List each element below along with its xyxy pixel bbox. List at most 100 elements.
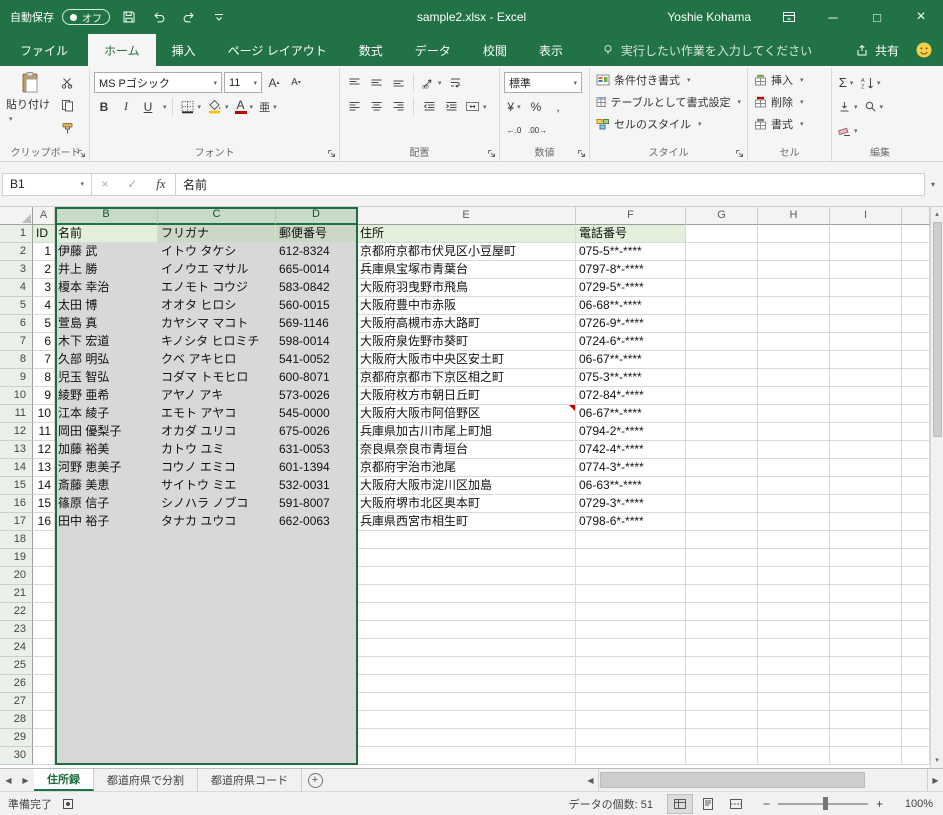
cell-F17[interactable]: 0798-6*-**** — [576, 513, 686, 531]
cell-X1[interactable] — [902, 225, 930, 243]
cell-A15[interactable]: 14 — [33, 477, 55, 495]
cell-F6[interactable]: 0726-9*-**** — [576, 315, 686, 333]
cell-B25[interactable] — [55, 657, 158, 675]
cell-A17[interactable]: 16 — [33, 513, 55, 531]
row-header-17[interactable]: 17 — [0, 513, 33, 531]
cell-A22[interactable] — [33, 603, 55, 621]
cell-I7[interactable] — [830, 333, 902, 351]
cell-D22[interactable] — [276, 603, 357, 621]
scroll-up-icon[interactable]: ▴ — [935, 207, 939, 222]
row-header-16[interactable]: 16 — [0, 495, 33, 513]
cell-A30[interactable] — [33, 747, 55, 765]
cell-G25[interactable] — [686, 657, 758, 675]
cell-I15[interactable] — [830, 477, 902, 495]
cell-I27[interactable] — [830, 693, 902, 711]
cell-G23[interactable] — [686, 621, 758, 639]
row-header-5[interactable]: 5 — [0, 297, 33, 315]
decrease-indent-button[interactable] — [419, 96, 439, 117]
cell-B3[interactable]: 井上 勝 — [55, 261, 158, 279]
underline-button[interactable]: U — [138, 96, 158, 117]
cell-D14[interactable]: 601-1394 — [276, 459, 357, 477]
cell-I4[interactable] — [830, 279, 902, 297]
page-break-preview-button[interactable] — [723, 794, 749, 814]
align-bottom-button[interactable] — [388, 72, 408, 93]
cell-I10[interactable] — [830, 387, 902, 405]
cell-E22[interactable] — [357, 603, 576, 621]
cell-D6[interactable]: 569-1146 — [276, 315, 357, 333]
cell-I8[interactable] — [830, 351, 902, 369]
cell-I2[interactable] — [830, 243, 902, 261]
cell-I17[interactable] — [830, 513, 902, 531]
cell-G5[interactable] — [686, 297, 758, 315]
cell-C2[interactable]: イトウ タケシ — [158, 243, 276, 261]
cell-G20[interactable] — [686, 567, 758, 585]
undo-button[interactable] — [148, 4, 170, 30]
cell-C28[interactable] — [158, 711, 276, 729]
cell-E4[interactable]: 大阪府羽曳野市飛鳥 — [357, 279, 576, 297]
cell-I25[interactable] — [830, 657, 902, 675]
minimize-button[interactable]: ─ — [811, 0, 855, 34]
increase-decimal-button[interactable]: ←.0 — [504, 120, 524, 141]
scroll-right-icon[interactable]: ▶ — [928, 769, 943, 791]
cell-F5[interactable]: 06-68**-**** — [576, 297, 686, 315]
cell-H6[interactable] — [758, 315, 830, 333]
cell-X28[interactable] — [902, 711, 930, 729]
sheet-nav-right-icon[interactable]: ▶ — [17, 769, 34, 791]
cell-B8[interactable]: 久部 明弘 — [55, 351, 158, 369]
expand-formula-bar-icon[interactable]: ▾ — [925, 180, 941, 189]
cell-C9[interactable]: コダマ トモヒロ — [158, 369, 276, 387]
cell-D3[interactable]: 665-0014 — [276, 261, 357, 279]
cell-H14[interactable] — [758, 459, 830, 477]
cell-A1[interactable]: ID — [33, 225, 55, 243]
fill-button[interactable]: ▾ — [836, 96, 860, 117]
row-header-1[interactable]: 1 — [0, 225, 33, 243]
font-size-select[interactable]: 11 ▾ — [224, 72, 262, 93]
cell-F20[interactable] — [576, 567, 686, 585]
cell-E23[interactable] — [357, 621, 576, 639]
wrap-text-button[interactable] — [446, 72, 466, 93]
cell-C14[interactable]: コウノ エミコ — [158, 459, 276, 477]
cell-A19[interactable] — [33, 549, 55, 567]
percent-style-button[interactable]: % — [526, 96, 546, 117]
cell-D23[interactable] — [276, 621, 357, 639]
zoom-level[interactable]: 100% — [897, 798, 933, 810]
cell-F15[interactable]: 06-63**-**** — [576, 477, 686, 495]
cell-B28[interactable] — [55, 711, 158, 729]
row-header-27[interactable]: 27 — [0, 693, 33, 711]
horizontal-scrollbar[interactable]: ◀ ▶ — [583, 769, 943, 791]
cell-E15[interactable]: 大阪府大阪市淀川区加島 — [357, 477, 576, 495]
cell-E20[interactable] — [357, 567, 576, 585]
row-header-21[interactable]: 21 — [0, 585, 33, 603]
autosum-button[interactable]: Σ ▾ — [836, 72, 856, 93]
row-header-4[interactable]: 4 — [0, 279, 33, 297]
cell-X24[interactable] — [902, 639, 930, 657]
cell-G18[interactable] — [686, 531, 758, 549]
tab-data[interactable]: データ — [399, 34, 467, 66]
cell-C13[interactable]: カトウ ユミ — [158, 441, 276, 459]
cell-H26[interactable] — [758, 675, 830, 693]
cell-G4[interactable] — [686, 279, 758, 297]
cell-X18[interactable] — [902, 531, 930, 549]
merge-center-button[interactable]: ▾ — [463, 96, 489, 117]
cell-H5[interactable] — [758, 297, 830, 315]
cell-A13[interactable]: 12 — [33, 441, 55, 459]
cell-X16[interactable] — [902, 495, 930, 513]
cell-C25[interactable] — [158, 657, 276, 675]
vertical-scrollbar-thumb[interactable] — [932, 222, 942, 437]
cell-H25[interactable] — [758, 657, 830, 675]
cell-D20[interactable] — [276, 567, 357, 585]
cell-A14[interactable]: 13 — [33, 459, 55, 477]
cell-I5[interactable] — [830, 297, 902, 315]
cell-D12[interactable]: 675-0026 — [276, 423, 357, 441]
cell-G9[interactable] — [686, 369, 758, 387]
cell-C24[interactable] — [158, 639, 276, 657]
scroll-left-icon[interactable]: ◀ — [583, 769, 598, 791]
cell-X23[interactable] — [902, 621, 930, 639]
customize-qat-button[interactable] — [208, 4, 230, 30]
row-header-3[interactable]: 3 — [0, 261, 33, 279]
cell-F28[interactable] — [576, 711, 686, 729]
cell-B16[interactable]: 篠原 信子 — [55, 495, 158, 513]
cell-E18[interactable] — [357, 531, 576, 549]
cell-G12[interactable] — [686, 423, 758, 441]
cell-F30[interactable] — [576, 747, 686, 765]
